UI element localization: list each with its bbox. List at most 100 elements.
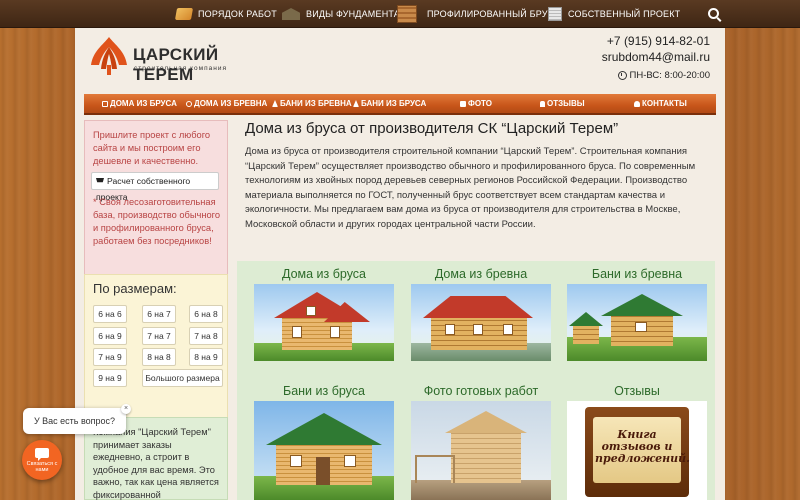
- log-sauna-image[interactable]: [567, 284, 707, 361]
- house-window: [330, 326, 340, 338]
- topnav-label: ВИДЫ ФУНДАМЕНТА: [306, 9, 400, 19]
- size-option[interactable]: 7 на 9: [93, 348, 127, 366]
- cart-icon: [96, 178, 104, 183]
- top-navigation: ПОРЯДОК РАБОТ ВИДЫ ФУНДАМЕНТА ПРОФИЛИРОВ…: [0, 0, 800, 28]
- tree-icon: [353, 100, 359, 107]
- promo-note: * Своя лесозаготовительная база, произво…: [93, 197, 221, 246]
- beam-icon: [397, 5, 417, 23]
- tile-label[interactable]: Бани из бревна: [567, 267, 707, 281]
- timber-sauna-image[interactable]: [254, 401, 394, 500]
- chat-button-label: Связаться с нами: [26, 461, 58, 473]
- logo-subtitle: строительная компания: [134, 65, 227, 72]
- house-window: [503, 324, 513, 335]
- working-hours: ПН-ВС: 8:00-20:00: [617, 70, 710, 81]
- email-address[interactable]: srubdom44@mail.ru: [602, 50, 710, 64]
- promo-text: Пришлите проект с любого сайта и мы пост…: [93, 130, 211, 166]
- size-option[interactable]: 8 на 8: [142, 348, 176, 366]
- scaffolding: [415, 455, 455, 483]
- tile-label[interactable]: Бани из бруса: [254, 384, 394, 398]
- project-icon: [548, 7, 562, 21]
- frame-wall: [451, 431, 521, 483]
- gazebo-wall: [573, 324, 599, 344]
- menu-label: ДОМА ИЗ БРЕВНА: [194, 99, 268, 108]
- user-icon: [634, 100, 640, 107]
- topnav-label: ПРОФИЛИРОВАННЫЙ БРУС: [427, 9, 555, 19]
- menu-label: ОТЗЫВЫ: [547, 99, 585, 108]
- sauna-window: [344, 455, 356, 467]
- tile-label[interactable]: Дома из бруса: [254, 267, 394, 281]
- timber-house-image[interactable]: [254, 284, 394, 361]
- menu-label: КОНТАКТЫ: [642, 99, 687, 108]
- phone-number[interactable]: +7 (915) 914-82-01: [607, 34, 710, 48]
- tile-label[interactable]: Фото готовых работ: [411, 384, 551, 398]
- main-content: Дома из бруса от производителя СК “Царск…: [245, 120, 720, 232]
- menu-label: ФОТО: [468, 99, 492, 108]
- size-option[interactable]: 7 на 8: [189, 327, 223, 345]
- image-ground: [411, 480, 551, 500]
- house-window: [445, 324, 455, 335]
- menu-label: БАНИ ИЗ БРУСА: [361, 99, 427, 108]
- search-icon[interactable]: [708, 8, 719, 19]
- size-option[interactable]: 6 на 6: [93, 305, 127, 323]
- tree-icon: [272, 100, 278, 107]
- logo-emblem-icon: [91, 37, 127, 75]
- category-gallery: Дома из бруса Дома из бревна Бани из бре…: [237, 261, 715, 500]
- main-menu: ДОМА ИЗ БРУСА ДОМА ИЗ БРЕВНА БАНИ ИЗ БРЕ…: [84, 94, 716, 115]
- size-option[interactable]: 9 на 9: [93, 369, 127, 387]
- menu-item-timber-houses[interactable]: ДОМА ИЗ БРУСА: [102, 94, 177, 113]
- page-description: Дома из бруса от производителя строитель…: [245, 146, 696, 230]
- chat-icon: [35, 448, 49, 461]
- picture-icon: [460, 100, 466, 107]
- tile-label[interactable]: Отзывы: [567, 384, 707, 398]
- sauna-window: [290, 455, 302, 467]
- topnav-item-profiled-beam[interactable]: ПРОФИЛИРОВАННЫЙ БРУС: [397, 0, 554, 28]
- house-window: [473, 324, 483, 335]
- menu-label: ДОМА ИЗ БРУСА: [110, 99, 177, 108]
- chat-close-button[interactable]: ×: [121, 404, 131, 414]
- menu-label: БАНИ ИЗ БРЕВНА: [280, 99, 352, 108]
- clock-icon: [617, 71, 627, 80]
- square-icon: [102, 100, 108, 107]
- tile-label[interactable]: Дома из бревна: [411, 267, 551, 281]
- reviews-book-image[interactable]: Книга отзывов и предложений.: [567, 401, 707, 500]
- sizes-title: По размерам:: [93, 281, 177, 296]
- topnav-item-work-order[interactable]: ПОРЯДОК РАБОТ: [174, 0, 277, 28]
- calculate-project-button[interactable]: Расчет собственного проекта: [91, 172, 219, 202]
- main-panel: ЦАРСКИЙ ТЕРЕМ строительная компания +7 (…: [75, 28, 725, 500]
- menu-item-log-saunas[interactable]: БАНИ ИЗ БРЕВНА: [272, 94, 352, 113]
- log-house-image[interactable]: [411, 284, 551, 361]
- size-option[interactable]: 7 на 7: [142, 327, 176, 345]
- book-icon: [174, 8, 194, 20]
- chat-question-bubble[interactable]: У Вас есть вопрос?: [23, 408, 126, 434]
- thumbs-up-icon: [540, 100, 545, 107]
- sizes-filter: По размерам: 6 на 6 6 на 7 6 на 8 6 на 9…: [84, 274, 228, 421]
- company-logo[interactable]: ЦАРСКИЙ ТЕРЕМ строительная компания: [89, 35, 239, 84]
- menu-item-timber-saunas[interactable]: БАНИ ИЗ БРУСА: [353, 94, 426, 113]
- size-option[interactable]: 6 на 7: [142, 305, 176, 323]
- size-option[interactable]: Большого размера: [142, 369, 223, 387]
- promo-box: Пришлите проект с любого сайта и мы пост…: [84, 120, 228, 288]
- menu-item-contacts[interactable]: КОНТАКТЫ: [634, 94, 687, 113]
- page-title: Дома из бруса от производителя СК “Царск…: [245, 120, 619, 137]
- topnav-item-foundation[interactable]: ВИДЫ ФУНДАМЕНТА: [282, 0, 400, 28]
- size-option[interactable]: 6 на 8: [189, 305, 223, 323]
- size-option[interactable]: 8 на 9: [189, 348, 223, 366]
- sauna-window: [635, 322, 647, 332]
- info-text: Компания "Царский Терем" принимает заказ…: [93, 427, 219, 500]
- house-window: [292, 326, 302, 338]
- hours-text: ПН-ВС: 8:00-20:00: [629, 70, 710, 81]
- menu-item-log-houses[interactable]: ДОМА ИЗ БРЕВНА: [186, 94, 267, 113]
- finished-works-image[interactable]: [411, 401, 551, 500]
- menu-item-reviews[interactable]: ОТЗЫВЫ: [540, 94, 585, 113]
- circle-icon: [186, 100, 192, 107]
- foundation-icon: [282, 8, 300, 20]
- topnav-label: СОБСТВЕННЫЙ ПРОЕКТ: [568, 9, 681, 19]
- book-title: Книга отзывов и предложений.: [595, 428, 690, 465]
- house-window: [306, 306, 316, 316]
- book-cover: Книга отзывов и предложений.: [585, 407, 690, 497]
- size-option[interactable]: 6 на 9: [93, 327, 127, 345]
- menu-item-photo[interactable]: ФОТО: [460, 94, 492, 113]
- topnav-item-own-project[interactable]: СОБСТВЕННЫЙ ПРОЕКТ: [548, 0, 680, 28]
- chat-contact-button[interactable]: Связаться с нами: [22, 440, 62, 480]
- sauna-door: [316, 457, 330, 485]
